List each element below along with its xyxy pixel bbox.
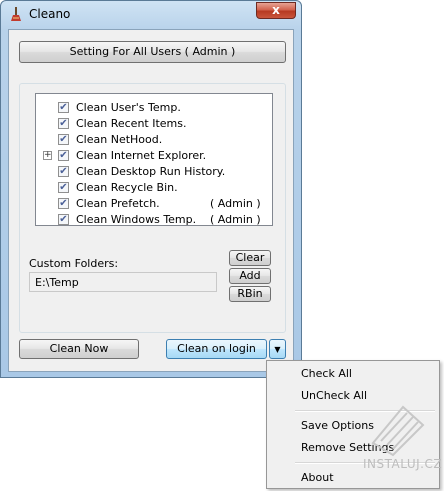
tree-item[interactable]: ✔ Clean Recent Items. (36, 116, 272, 132)
tree-item[interactable]: ✔ Clean NetHood. (36, 132, 272, 148)
rbin-button[interactable]: RBin (229, 286, 271, 302)
checkbox[interactable]: ✔ (58, 102, 69, 113)
tree-item-label: Clean Prefetch. (76, 197, 160, 210)
expand-icon[interactable]: + (43, 151, 52, 160)
tree-item[interactable]: ✔ Clean User's Temp. (36, 100, 272, 116)
add-button[interactable]: Add (229, 268, 271, 284)
dropdown-button[interactable]: ▼ (269, 339, 286, 359)
checkbox[interactable]: ✔ (58, 118, 69, 129)
tree-item[interactable]: ✔ Clean Recycle Bin. (36, 180, 272, 196)
tree-item[interactable]: ✔ Clean Desktop Run History. (36, 164, 272, 180)
clean-on-login-button[interactable]: Clean on login (166, 339, 267, 359)
tree-item[interactable]: + ✔ Clean Internet Explorer. (36, 148, 272, 164)
tree-item-label: Clean User's Temp. (76, 101, 181, 114)
tree-item-label: Clean Windows Temp. (76, 213, 197, 226)
title-bar[interactable]: Cleano x (1, 1, 301, 27)
tree-item-label: Clean Desktop Run History. (76, 165, 226, 178)
options-context-menu: Check All UnCheck All Save Options Remov… (266, 360, 443, 489)
chevron-down-icon: ▼ (274, 345, 281, 354)
checkbox[interactable]: ✔ (58, 134, 69, 145)
client-area: Setting For All Users ( Admin ) ✔ Clean U… (8, 29, 294, 372)
checkbox[interactable]: ✔ (58, 150, 69, 161)
main-window: Cleano x Setting For All Users ( Admin )… (0, 0, 302, 378)
setting-for-all-users-button[interactable]: Setting For All Users ( Admin ) (19, 41, 286, 63)
checkbox[interactable]: ✔ (58, 198, 69, 209)
menu-item-uncheck-all[interactable]: UnCheck All (301, 389, 367, 402)
tree-item[interactable]: ✔ Clean Prefetch. ( Admin ) (36, 196, 272, 212)
checkbox[interactable]: ✔ (58, 166, 69, 177)
clean-options-tree[interactable]: ✔ Clean User's Temp. ✔ Clean Recent Items. ✔… (35, 93, 273, 226)
broom-icon (11, 7, 21, 21)
clear-button[interactable]: Clear (229, 250, 271, 266)
tree-item-label: Clean Recycle Bin. (76, 181, 178, 194)
tree-item-label: Clean Recent Items. (76, 117, 187, 130)
admin-tag: ( Admin ) (210, 213, 261, 226)
checkbox[interactable]: ✔ (58, 214, 69, 225)
window-title: Cleano (29, 7, 71, 21)
tree-item-label: Clean Internet Explorer. (76, 149, 207, 162)
checkbox[interactable]: ✔ (58, 182, 69, 193)
watermark-logo-icon (371, 405, 425, 457)
admin-tag: ( Admin ) (210, 197, 261, 210)
menu-item-about[interactable]: About (301, 471, 334, 484)
close-button[interactable]: x (256, 2, 296, 19)
custom-folders-label: Custom Folders: (29, 257, 119, 270)
tree-item-label: Clean NetHood. (76, 133, 163, 146)
watermark-text: INSTALUJ.CZ (363, 457, 443, 471)
tree-item[interactable]: ✔ Clean Windows Temp. ( Admin ) (36, 212, 272, 228)
clean-now-button[interactable]: Clean Now (19, 339, 139, 359)
menu-item-check-all[interactable]: Check All (301, 367, 352, 380)
custom-folder-field[interactable]: E:\Temp (29, 272, 217, 292)
